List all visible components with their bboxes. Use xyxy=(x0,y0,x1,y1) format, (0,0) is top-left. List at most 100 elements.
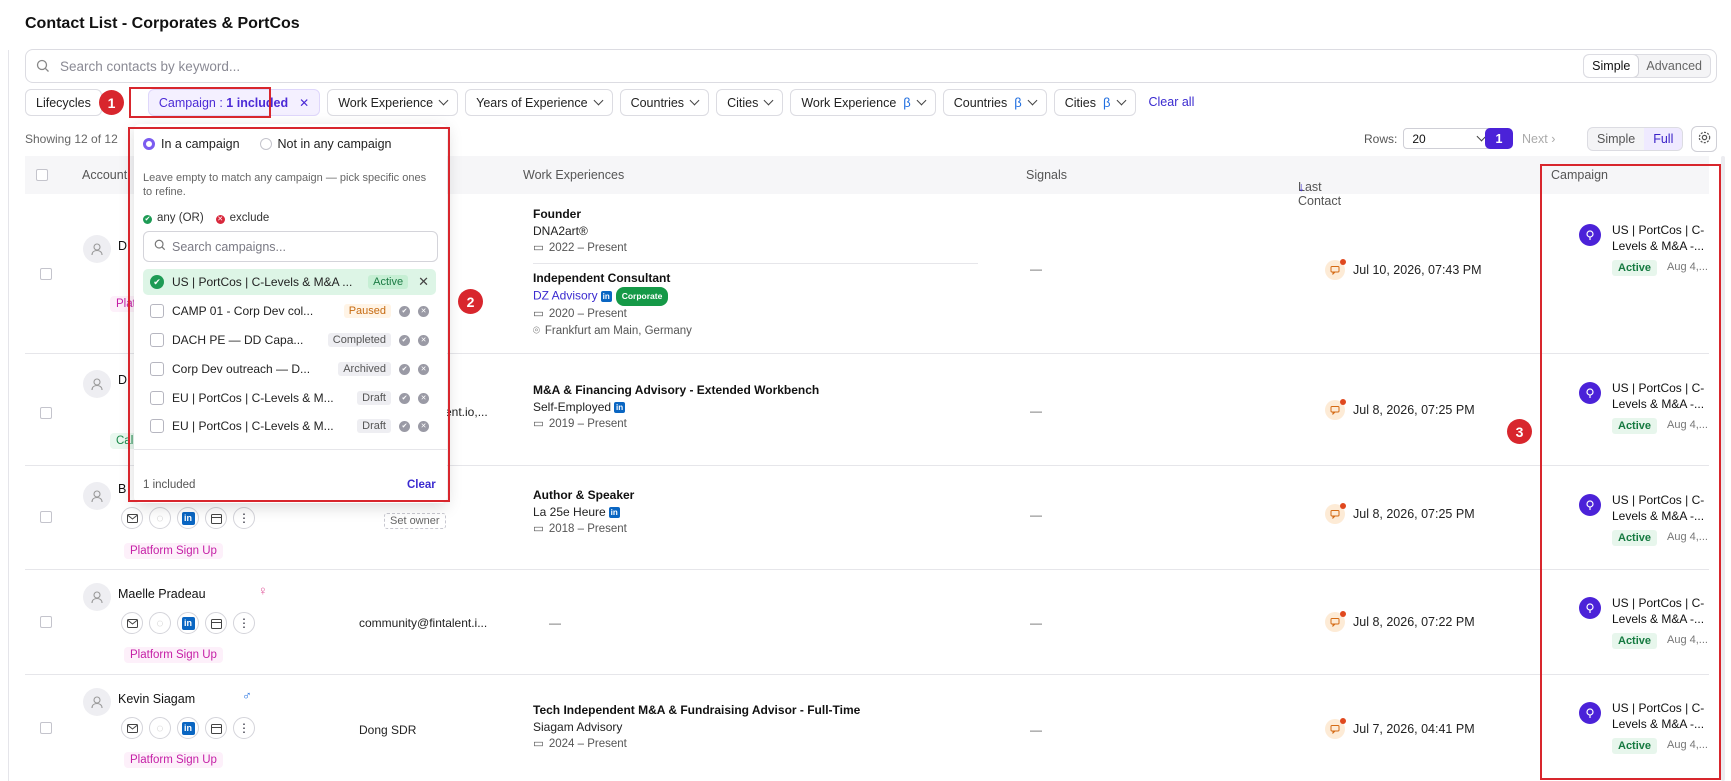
company-name: Self-Employed xyxy=(533,400,612,414)
contact-name[interactable]: B xyxy=(118,482,126,496)
search-input[interactable] xyxy=(60,58,1584,74)
filter-label: Cities xyxy=(1064,95,1097,110)
work-experiences: Tech Independent M&A & Fundraising Advis… xyxy=(533,702,860,753)
email-icon[interactable] xyxy=(121,612,143,634)
whatsapp-icon[interactable]: ◌ xyxy=(149,612,171,634)
company: La 25e Heure in xyxy=(533,504,634,521)
company-name: La 25e Heure xyxy=(533,505,606,519)
job-title: Founder xyxy=(533,207,581,221)
set-owner-button[interactable]: Set owner xyxy=(384,513,446,529)
job-location-text: Frankfurt am Main, Germany xyxy=(544,325,692,337)
company-link[interactable]: DZ Advisory in Corporate xyxy=(533,287,978,306)
filter-countries[interactable]: Countries xyxy=(619,89,710,116)
last-contact: Jul 8, 2026, 07:25 PM xyxy=(1325,503,1475,524)
contact-name[interactable]: D xyxy=(118,373,127,387)
annotation-box-3 xyxy=(1540,164,1721,780)
filter-years-of-experience[interactable]: Years of Experience xyxy=(465,89,613,116)
contact-name[interactable]: Maelle Pradeau xyxy=(118,587,206,601)
search-mode-simple[interactable]: Simple xyxy=(1584,55,1639,77)
job-dates: ▭ 2019 – Present xyxy=(533,416,819,433)
next-page-button[interactable]: Next › xyxy=(1522,132,1555,146)
linkedin-glyph: in xyxy=(181,721,195,735)
whatsapp-icon[interactable]: ◌ xyxy=(149,717,171,739)
linkedin-icon[interactable]: in xyxy=(177,507,199,529)
company: Siagam Advisory xyxy=(533,720,623,734)
whatsapp-icon[interactable]: ◌ xyxy=(149,507,171,529)
contact-name[interactable]: Kevin Siagam xyxy=(118,692,195,706)
vertical-scrollbar[interactable] xyxy=(1721,156,1725,781)
contact-actions: ◌ in ⋮ xyxy=(121,612,255,634)
last-contact: Jul 8, 2026, 07:22 PM xyxy=(1325,611,1475,632)
last-contact: Jul 8, 2026, 07:25 PM xyxy=(1325,399,1475,420)
avatar xyxy=(83,688,111,716)
calendar-icon: ▭ xyxy=(533,738,544,750)
page-current[interactable]: 1 xyxy=(1485,128,1513,149)
search-mode-toggle: Simple Advanced xyxy=(1583,54,1711,78)
job-dates: ▭ 2018 – Present xyxy=(533,521,634,538)
more-icon[interactable]: ⋮ xyxy=(233,717,255,739)
linkedin-icon[interactable]: in xyxy=(177,612,199,634)
more-icon[interactable]: ⋮ xyxy=(233,507,255,529)
clear-all-link[interactable]: Clear all xyxy=(1143,89,1195,116)
location-pin-icon: ⌾ xyxy=(533,325,540,337)
row-checkbox[interactable] xyxy=(40,407,52,419)
filter-label: Lifecycles xyxy=(36,95,91,110)
row-checkbox[interactable] xyxy=(40,616,52,628)
calendar-icon[interactable] xyxy=(205,612,227,634)
last-contact: Jul 10, 2026, 07:43 PM xyxy=(1325,259,1482,280)
signals-cell: — xyxy=(1030,723,1042,737)
row-checkbox[interactable] xyxy=(40,268,52,280)
search-bar: Simple Advanced xyxy=(25,49,1717,83)
settings-button[interactable] xyxy=(1691,126,1717,152)
column-account[interactable]: Account xyxy=(82,168,127,182)
work-experiences-empty: — xyxy=(549,616,561,630)
table-row[interactable]: Kevin Siagam ♂ ◌ in ⋮ Platform Sign Up D… xyxy=(25,675,1709,781)
pagination: 1 Next › xyxy=(1485,128,1555,149)
linkedin-icon[interactable]: in xyxy=(177,717,199,739)
lifecycle-tag: Platform Sign Up xyxy=(124,752,223,768)
filter-work-experience-beta[interactable]: Work Experience β xyxy=(790,89,936,116)
view-simple[interactable]: Simple xyxy=(1588,128,1644,150)
calendar-icon[interactable] xyxy=(205,507,227,529)
close-icon[interactable]: ✕ xyxy=(299,96,309,110)
page-title: Contact List - Corporates & PortCos xyxy=(25,15,300,32)
column-work-experiences[interactable]: Work Experiences xyxy=(523,168,624,182)
filter-label: Work Experience xyxy=(801,95,897,110)
next-label: Next xyxy=(1522,131,1548,146)
annotation-box-2 xyxy=(128,127,450,502)
row-checkbox[interactable] xyxy=(40,511,52,523)
chat-icon xyxy=(1325,718,1346,739)
filter-work-experience[interactable]: Work Experience xyxy=(327,89,459,116)
filter-cities-beta[interactable]: Cities β xyxy=(1053,89,1136,116)
work-experiences: Author & Speaker La 25e Heure in ▭ 2018 – … xyxy=(533,487,634,538)
linkedin-icon[interactable]: in xyxy=(608,507,620,519)
contact-actions: ◌ in ⋮ xyxy=(121,507,255,529)
job-dates-text: 2022 – Present xyxy=(548,242,627,254)
view-full[interactable]: Full xyxy=(1644,128,1683,150)
rows-select[interactable]: 20 xyxy=(1403,128,1495,149)
contact-name[interactable]: D xyxy=(118,239,127,253)
filter-lifecycles[interactable]: Lifecycles xyxy=(25,89,102,116)
job-title: M&A & Financing Advisory - Extended Work… xyxy=(533,383,820,397)
linkedin-icon[interactable]: in xyxy=(614,402,626,414)
filter-countries-beta[interactable]: Countries β xyxy=(942,89,1047,116)
email-icon[interactable] xyxy=(121,717,143,739)
calendar-icon[interactable] xyxy=(205,717,227,739)
row-checkbox[interactable] xyxy=(40,722,52,734)
filter-cities[interactable]: Cities xyxy=(716,89,784,116)
avatar xyxy=(83,482,111,510)
select-all-checkbox[interactable] xyxy=(36,169,48,181)
table-row[interactable]: Maelle Pradeau ♀ ◌ in ⋮ Platform Sign Up… xyxy=(25,570,1709,675)
last-contact: Jul 7, 2026, 04:41 PM xyxy=(1325,718,1475,739)
account-cell: community@fintalent.i... xyxy=(359,616,488,630)
experience-divider xyxy=(533,263,978,264)
signals-cell: — xyxy=(1030,616,1042,630)
job-dates: ▭ 2020 – Present xyxy=(533,306,978,323)
search-mode-advanced[interactable]: Advanced xyxy=(1638,55,1710,77)
email-icon[interactable] xyxy=(121,507,143,529)
more-icon[interactable]: ⋮ xyxy=(233,612,255,634)
chevron-down-icon xyxy=(593,95,604,106)
chat-icon xyxy=(1325,611,1346,632)
column-signals[interactable]: Signals xyxy=(1026,168,1067,182)
linkedin-icon[interactable]: in xyxy=(600,291,612,302)
